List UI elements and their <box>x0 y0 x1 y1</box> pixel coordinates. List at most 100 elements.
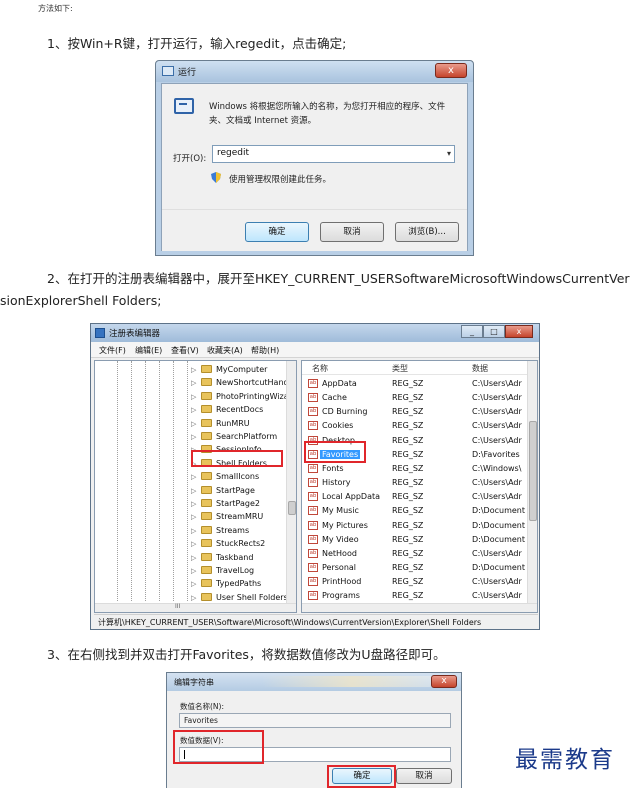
values-vertical-scrollbar[interactable] <box>527 361 537 612</box>
run-browse-button[interactable]: 浏览(B)... <box>395 222 459 242</box>
value-row[interactable]: ab CD Burning REG_SZ C:\Users\Adr <box>302 405 537 419</box>
value-row[interactable]: ab PrintHood REG_SZ C:\Users\Adr <box>302 575 537 589</box>
edit-cancel-button[interactable]: 取消 <box>396 768 452 784</box>
value-type: REG_SZ <box>392 492 424 502</box>
registry-editor-window: 注册表编辑器 _ □ x 文件(F) 编辑(E) 查看(V) 收藏夹(A) 帮助… <box>90 323 540 630</box>
menu-favorites[interactable]: 收藏夹(A) <box>207 345 243 356</box>
expand-arrow-icon[interactable]: ▷ <box>191 487 196 495</box>
menu-edit[interactable]: 编辑(E) <box>135 345 162 356</box>
expand-arrow-icon[interactable]: ▷ <box>191 379 196 387</box>
expand-arrow-icon[interactable]: ▷ <box>191 420 196 428</box>
registry-values-list[interactable]: 名称 类型 数据 ab AppData REG_SZ C:\Users\Adr ab Ca… <box>301 360 538 613</box>
value-data: C:\Users\Adr <box>472 492 522 502</box>
expand-arrow-icon[interactable]: ▷ <box>191 554 196 562</box>
run-description: Windows 将根据您所输入的名称，为您打开相应的程序、文件夹、文档或 Int… <box>209 102 446 126</box>
menu-file[interactable]: 文件(F) <box>99 345 126 356</box>
tree-item[interactable]: TravelLog <box>201 566 254 579</box>
edit-close-button[interactable]: x <box>431 675 457 688</box>
menu-help[interactable]: 帮助(H) <box>251 345 279 356</box>
folder-icon <box>201 525 212 534</box>
expand-arrow-icon[interactable]: ▷ <box>191 473 196 481</box>
menu-view[interactable]: 查看(V) <box>171 345 199 356</box>
expand-arrow-icon[interactable]: ▷ <box>191 567 196 575</box>
expand-arrow-icon[interactable]: ▷ <box>191 433 196 441</box>
column-name-header[interactable]: 名称 <box>312 363 328 374</box>
tree-guide-line <box>131 361 132 601</box>
value-name: Cache <box>322 393 347 403</box>
value-row[interactable]: ab My Music REG_SZ D:\Document <box>302 504 537 518</box>
values-horizontal-scrollbar[interactable] <box>302 603 537 612</box>
expand-arrow-icon[interactable]: ▷ <box>191 393 196 401</box>
expand-arrow-icon[interactable]: ▷ <box>191 500 196 508</box>
value-row[interactable]: ab Cookies REG_SZ C:\Users\Adr <box>302 419 537 433</box>
tree-item[interactable]: StuckRects2 <box>201 539 265 552</box>
value-row[interactable]: ab Programs REG_SZ C:\Users\Adr <box>302 589 537 603</box>
column-type-header[interactable]: 类型 <box>392 363 408 374</box>
tree-item[interactable]: SearchPlatform <box>201 432 277 445</box>
run-close-button[interactable]: x <box>435 63 467 78</box>
uac-shield-icon <box>211 172 221 183</box>
tree-item[interactable]: StreamMRU <box>201 512 263 525</box>
highlight-shell-folders <box>191 450 283 467</box>
tree-horizontal-scrollbar[interactable]: III <box>95 603 296 612</box>
value-data: C:\Users\Adr <box>472 393 522 403</box>
values-scroll-thumb[interactable] <box>529 421 537 521</box>
value-row[interactable]: ab My Video REG_SZ D:\Document <box>302 533 537 547</box>
value-row[interactable]: ab Local AppData REG_SZ C:\Users\Adr <box>302 490 537 504</box>
column-data-header[interactable]: 数据 <box>472 363 488 374</box>
tree-item[interactable]: NewShortcutHandl <box>201 378 291 391</box>
minimize-button[interactable]: _ <box>461 325 483 338</box>
tree-item[interactable]: MyComputer <box>201 365 267 378</box>
value-row[interactable]: ab AppData REG_SZ C:\Users\Adr <box>302 377 537 391</box>
run-title: 运行 <box>178 68 197 78</box>
tree-item-label: StreamMRU <box>216 512 264 522</box>
expand-arrow-icon[interactable]: ▷ <box>191 580 196 588</box>
value-type: REG_SZ <box>392 548 424 558</box>
tree-item[interactable]: SmallIcons <box>201 472 259 485</box>
value-row[interactable]: ab NetHood REG_SZ C:\Users\Adr <box>302 547 537 561</box>
run-window-icon <box>162 66 174 76</box>
tree-item[interactable]: PhotoPrintingWiza <box>201 391 289 405</box>
run-ok-button[interactable]: 确定 <box>245 222 309 242</box>
tree-item[interactable]: RecentDocs <box>201 405 263 418</box>
expand-arrow-icon[interactable]: ▷ <box>191 594 196 602</box>
string-value-icon: ab <box>308 421 318 431</box>
tree-item[interactable]: StartPage <box>201 485 255 499</box>
tree-item[interactable]: RunMRU <box>201 418 250 432</box>
tree-item-label: PhotoPrintingWiza <box>216 391 289 401</box>
tree-item-label: User Shell Folders <box>216 592 288 602</box>
folder-icon <box>201 472 212 481</box>
folder-icon <box>201 539 212 548</box>
regedit-window-controls: _ □ x <box>461 325 533 339</box>
tree-item[interactable]: Streams <box>201 525 249 539</box>
value-row[interactable]: ab Cache REG_SZ C:\Users\Adr <box>302 391 537 405</box>
value-row[interactable]: ab Fonts REG_SZ C:\Windows\ <box>302 462 537 476</box>
tree-scroll-thumb[interactable] <box>288 501 296 515</box>
expand-arrow-icon[interactable]: ▷ <box>191 527 196 535</box>
highlight-ok-button <box>327 765 396 788</box>
tree-item[interactable]: Taskband <box>201 552 253 566</box>
regedit-close-button[interactable]: x <box>505 325 533 338</box>
expand-arrow-icon[interactable]: ▷ <box>191 406 196 414</box>
value-data: C:\Users\Adr <box>472 421 522 431</box>
run-open-value: regedit <box>217 148 250 158</box>
tree-item[interactable]: StartPage2 <box>201 499 260 512</box>
tree-vertical-scrollbar[interactable] <box>286 361 296 612</box>
run-open-input[interactable]: regedit ▾ <box>212 145 455 163</box>
value-name: Personal <box>322 562 357 572</box>
titlebar-background-blur <box>262 676 442 687</box>
value-row[interactable]: ab Personal REG_SZ D:\Document <box>302 561 537 575</box>
value-row[interactable]: ab History REG_SZ C:\Users\Adr <box>302 476 537 490</box>
registry-key-tree[interactable]: ▷ MyComputer ▷ NewShortcutHandl ▷ PhotoPrinti… <box>94 360 297 613</box>
run-cancel-button[interactable]: 取消 <box>320 222 384 242</box>
expand-arrow-icon[interactable]: ▷ <box>191 366 196 374</box>
value-row[interactable]: ab My Pictures REG_SZ D:\Document <box>302 519 537 533</box>
watermark-logo: 最需教育 <box>515 747 615 773</box>
tree-item[interactable]: TypedPaths <box>201 579 261 592</box>
value-type: REG_SZ <box>392 534 424 544</box>
expand-arrow-icon[interactable]: ▷ <box>191 540 196 548</box>
dropdown-arrow-icon[interactable]: ▾ <box>447 149 451 158</box>
expand-arrow-icon[interactable]: ▷ <box>191 513 196 521</box>
maximize-button[interactable]: □ <box>483 325 505 338</box>
folder-icon <box>201 432 212 440</box>
